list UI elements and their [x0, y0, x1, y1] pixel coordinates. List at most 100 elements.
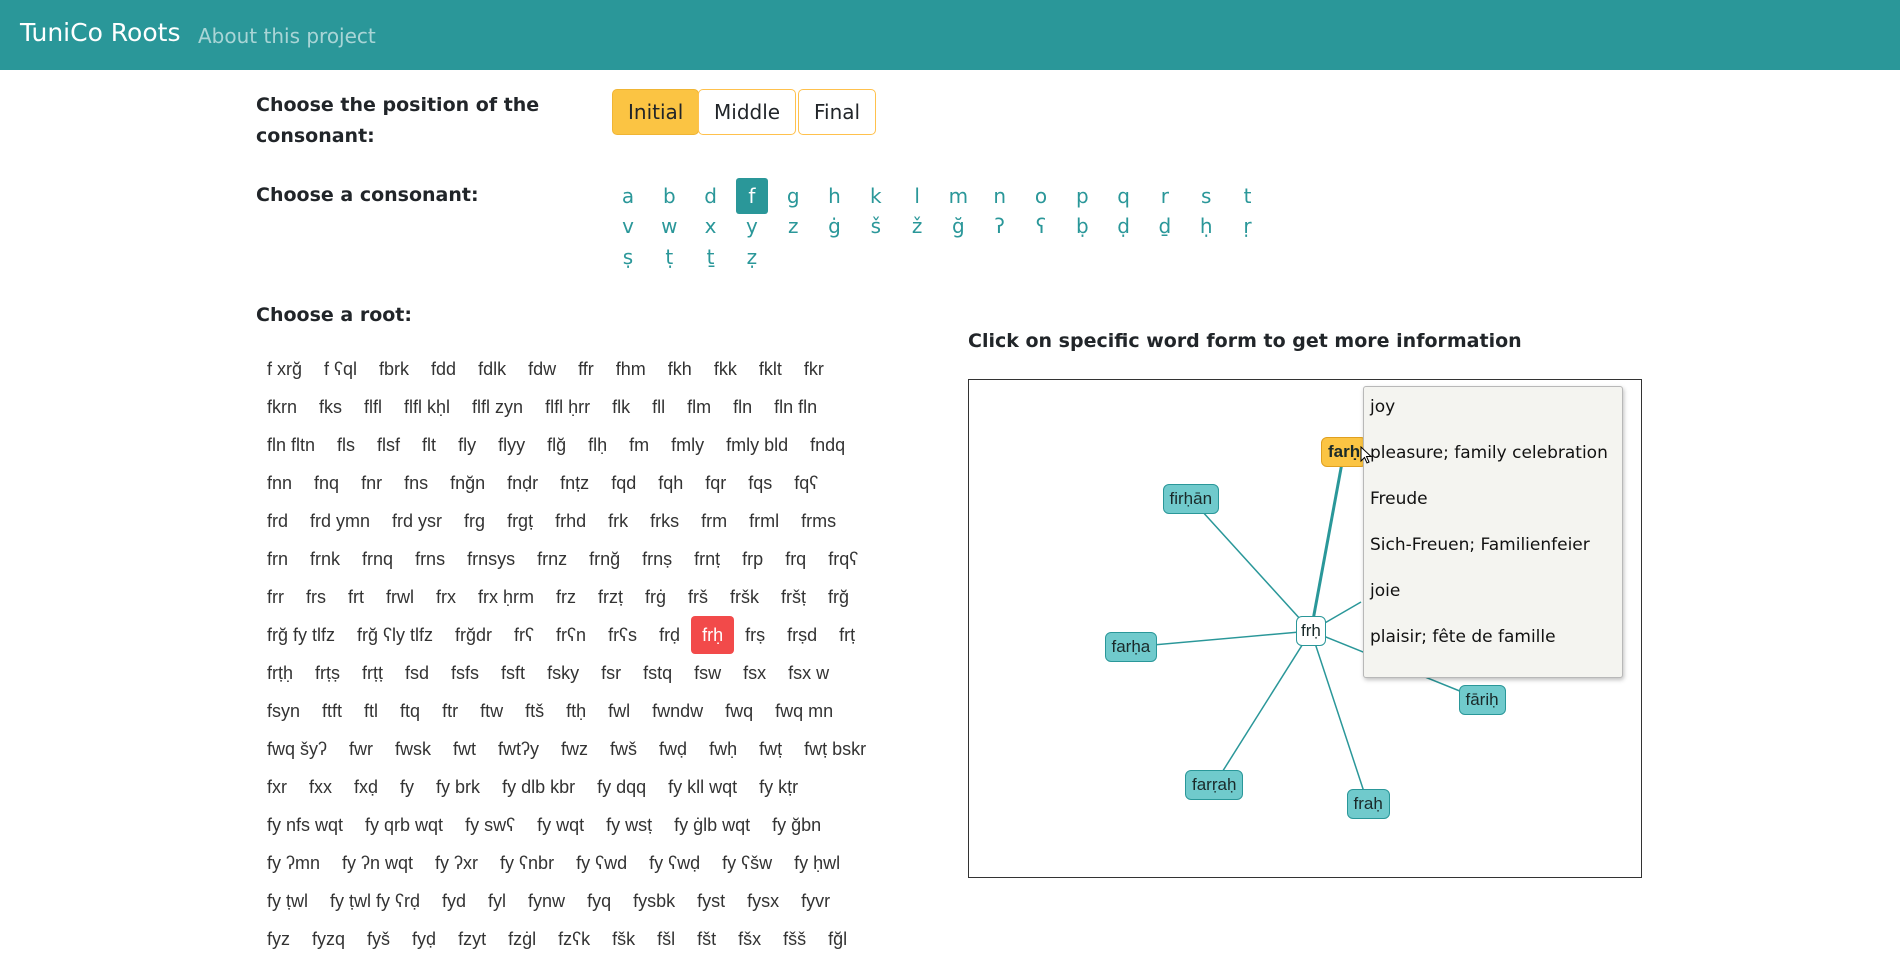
root-item[interactable]: fsx w — [777, 654, 840, 692]
root-item[interactable]: flḥ — [577, 426, 618, 464]
root-item[interactable]: fršṭ — [770, 578, 817, 616]
root-item[interactable]: fy ʕšw — [711, 844, 783, 882]
root-item[interactable]: frʕs — [597, 616, 648, 654]
root-item[interactable]: frʕn — [545, 616, 597, 654]
root-item[interactable]: frnq — [351, 540, 404, 578]
root-item[interactable]: fy ʔmn — [256, 844, 331, 882]
consonant-option[interactable]: ʕ — [1025, 208, 1057, 244]
root-item[interactable]: frt — [337, 578, 375, 616]
root-item[interactable]: fy kṭr — [748, 768, 809, 806]
root-item[interactable]: frqʕ — [817, 540, 869, 578]
root-item[interactable]: fğl — [817, 920, 858, 958]
root-item[interactable]: frğ ʕly tlfz — [346, 616, 444, 654]
root-item[interactable]: fnq — [303, 464, 350, 502]
root-item[interactable]: frğdr — [444, 616, 503, 654]
graph-center-node[interactable]: frḥ — [1296, 616, 1326, 646]
root-item[interactable]: fšk — [601, 920, 646, 958]
root-item[interactable]: fsd — [394, 654, 440, 692]
root-item[interactable]: frk — [597, 502, 639, 540]
root-item[interactable]: fsfs — [440, 654, 490, 692]
root-item[interactable]: fns — [393, 464, 439, 502]
consonant-option[interactable]: ṯ — [695, 239, 727, 275]
root-item[interactable]: fy ʔxr — [424, 844, 489, 882]
root-item[interactable]: frḍ — [648, 616, 691, 654]
root-item[interactable]: fkk — [703, 350, 748, 388]
root-item[interactable]: fwr — [338, 730, 384, 768]
root-item[interactable]: fwq — [714, 692, 764, 730]
root-item[interactable]: frg — [453, 502, 496, 540]
root-item[interactable]: fysbk — [622, 882, 686, 920]
root-item[interactable]: frd ymn — [299, 502, 381, 540]
consonant-option[interactable]: ġ — [819, 208, 851, 244]
root-item[interactable]: fyst — [686, 882, 736, 920]
root-item[interactable]: frn — [256, 540, 299, 578]
root-item[interactable]: fwq šyʔ — [256, 730, 338, 768]
root-item[interactable]: frṭṭ — [351, 654, 394, 692]
root-item[interactable]: fmly — [660, 426, 715, 464]
graph-node[interactable]: fraḥ — [1346, 789, 1390, 819]
root-item[interactable]: frp — [731, 540, 774, 578]
root-item[interactable]: fwndw — [641, 692, 714, 730]
root-item[interactable]: frnṭ — [683, 540, 731, 578]
root-item[interactable]: fwt — [442, 730, 487, 768]
root-item[interactable]: fy ṭwl — [256, 882, 319, 920]
root-item[interactable]: flyy — [487, 426, 536, 464]
root-item[interactable]: fynw — [517, 882, 576, 920]
root-item[interactable]: fkr — [793, 350, 835, 388]
root-item[interactable]: fy ʕnbr — [489, 844, 565, 882]
root-item[interactable]: flfl zyn — [461, 388, 534, 426]
root-item[interactable]: fndq — [799, 426, 856, 464]
root-item[interactable]: flğ — [536, 426, 577, 464]
consonant-option[interactable]: ṣ — [612, 239, 644, 275]
root-item[interactable]: frks — [639, 502, 690, 540]
root-item[interactable]: fdw — [517, 350, 567, 388]
root-item[interactable]: fyq — [576, 882, 622, 920]
root-item[interactable]: flm — [676, 388, 722, 426]
root-item[interactable]: ftḥ — [555, 692, 597, 730]
brand-link[interactable]: TuniCo Roots — [20, 18, 180, 47]
root-item[interactable]: flsf — [366, 426, 411, 464]
root-item[interactable]: fysx — [736, 882, 790, 920]
consonant-option[interactable]: ž — [901, 208, 933, 244]
root-item[interactable]: fm — [618, 426, 660, 464]
root-item[interactable]: fwḥ — [698, 730, 748, 768]
root-item[interactable]: flfl ḥrr — [534, 388, 601, 426]
root-item[interactable]: fzʕk — [547, 920, 601, 958]
root-item[interactable]: fsx — [732, 654, 777, 692]
root-item[interactable]: flfl — [353, 388, 393, 426]
middle-button[interactable]: Middle — [698, 89, 797, 135]
root-item[interactable]: fy kll wqt — [657, 768, 748, 806]
root-item[interactable]: frq — [774, 540, 817, 578]
root-item[interactable]: fln fltn — [256, 426, 326, 464]
root-item[interactable]: fkrn — [256, 388, 308, 426]
root-item[interactable]: frğ — [817, 578, 860, 616]
root-item[interactable]: fyvr — [790, 882, 841, 920]
root-item[interactable]: fršk — [719, 578, 770, 616]
root-item[interactable]: fy qrb wqt — [354, 806, 454, 844]
root-item[interactable]: fsky — [536, 654, 590, 692]
root-item[interactable]: fbrk — [368, 350, 420, 388]
root-item[interactable]: fšš — [772, 920, 817, 958]
root-item[interactable]: fšt — [686, 920, 727, 958]
root-item[interactable]: frms — [790, 502, 847, 540]
root-item[interactable]: fy nfs wqt — [256, 806, 354, 844]
root-item[interactable]: fy swʕ — [454, 806, 526, 844]
root-item[interactable]: fy ʔn wqt — [331, 844, 424, 882]
root-item[interactable]: ftr — [431, 692, 469, 730]
graph-node[interactable]: firḥān — [1162, 484, 1220, 514]
root-item[interactable]: fyḍ — [401, 920, 447, 958]
root-item[interactable]: fy wsṭ — [595, 806, 663, 844]
root-item[interactable]: fwsk — [384, 730, 442, 768]
final-button[interactable]: Final — [798, 89, 877, 135]
graph-node[interactable]: farḥa — [1104, 632, 1158, 662]
root-item[interactable]: fxḍ — [343, 768, 389, 806]
root-item-selected[interactable]: frḥ — [691, 616, 735, 654]
root-item[interactable]: frš — [677, 578, 719, 616]
root-item[interactable]: frnz — [526, 540, 578, 578]
root-item[interactable]: fln — [722, 388, 763, 426]
consonant-option[interactable]: ṭ — [653, 239, 685, 275]
root-item[interactable]: fdlk — [467, 350, 517, 388]
root-item[interactable]: fy ġlb wqt — [663, 806, 761, 844]
root-item[interactable]: fqd — [600, 464, 647, 502]
root-item[interactable]: fstq — [632, 654, 683, 692]
